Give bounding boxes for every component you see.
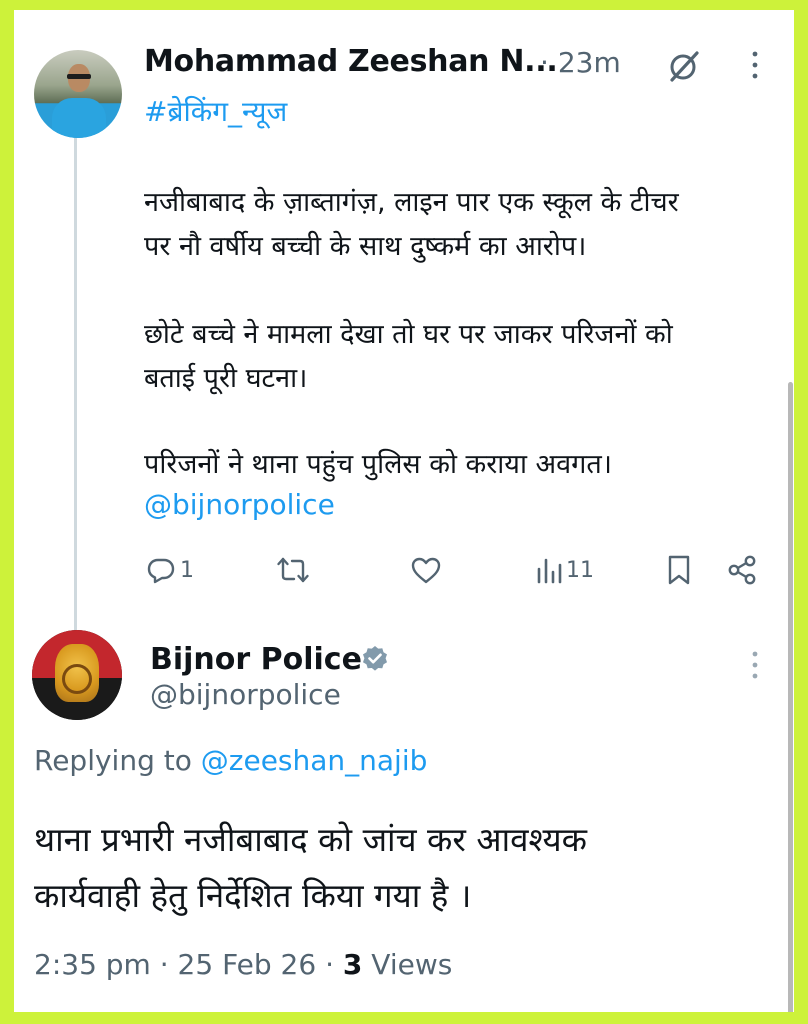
- tweet-text-line: पर नौ वर्षीय बच्ची के साथ दुष्कर्म का आर…: [144, 231, 587, 262]
- tweet-timestamp[interactable]: · 23m: [540, 46, 621, 79]
- mention-link[interactable]: @bijnorpolice: [144, 488, 335, 521]
- views-label: Views: [371, 948, 453, 981]
- tweet-text-line: बताई पूरी घटना।: [144, 363, 308, 394]
- bookmark-button[interactable]: [666, 550, 692, 590]
- author-name[interactable]: Mohammad Zeeshan N...: [144, 44, 558, 79]
- more-icon[interactable]: [752, 650, 758, 680]
- tweet-footer-meta: 2:35 pm · 25 Feb 26 · 3 Views: [34, 948, 453, 981]
- reply-text-line: थाना प्रभारी नजीबाबाद को जांच कर आवश्यक: [34, 820, 587, 859]
- tweet-text-line: परिजनों ने थाना पहुंच पुलिस को कराया अवग…: [144, 449, 612, 480]
- meta-separator: ·: [540, 46, 549, 79]
- replying-prefix: Replying to: [34, 744, 201, 777]
- post-date[interactable]: 25 Feb 26: [178, 948, 317, 981]
- more-icon[interactable]: [752, 50, 758, 80]
- like-button[interactable]: [410, 550, 442, 590]
- tweet-text-line: छोटे बच्चे ने मामला देखा तो घर पर जाकर प…: [144, 319, 673, 350]
- share-icon: [728, 555, 756, 585]
- retweet-button[interactable]: [276, 550, 310, 590]
- tweet-text-line: नजीबाबाद के ज़ाब्तागंज़, लाइन पार एक स्क…: [144, 187, 679, 218]
- scrollbar[interactable]: [788, 382, 793, 1012]
- bookmark-icon: [668, 555, 690, 585]
- views-count: 11: [566, 557, 594, 583]
- reply-button[interactable]: 1: [146, 550, 194, 590]
- tweet-thread-view: Mohammad Zeeshan N... · 23m #ब्रेकिंग_न्…: [14, 10, 794, 1012]
- post-time[interactable]: 2:35 pm: [34, 948, 151, 981]
- replying-to: Replying to @zeeshan_najib: [34, 744, 427, 777]
- hashtag-link[interactable]: #ब्रेकिंग_न्यूज: [144, 92, 287, 130]
- reply-icon: [147, 558, 175, 584]
- verified-icon[interactable]: [360, 644, 390, 674]
- views-button[interactable]: 11: [536, 550, 594, 590]
- avatar[interactable]: [34, 50, 122, 138]
- reply-count: 1: [180, 557, 194, 583]
- avatar[interactable]: [32, 630, 122, 720]
- reply-text-line: कार्यवाही हेतु निर्देशित किया गया है ।: [34, 876, 472, 915]
- time-ago: 23m: [557, 46, 621, 79]
- grok-icon[interactable]: [666, 48, 702, 84]
- share-button[interactable]: [726, 550, 758, 590]
- tweet-action-bar: 1 11: [14, 550, 794, 590]
- views-count: 3: [342, 948, 363, 981]
- author-handle[interactable]: @bijnorpolice: [150, 678, 341, 711]
- replying-handle-link[interactable]: @zeeshan_najib: [201, 744, 428, 777]
- views-icon: [537, 558, 562, 584]
- like-icon: [411, 557, 441, 584]
- author-name[interactable]: Bijnor Police: [150, 642, 362, 677]
- retweet-icon: [277, 557, 309, 583]
